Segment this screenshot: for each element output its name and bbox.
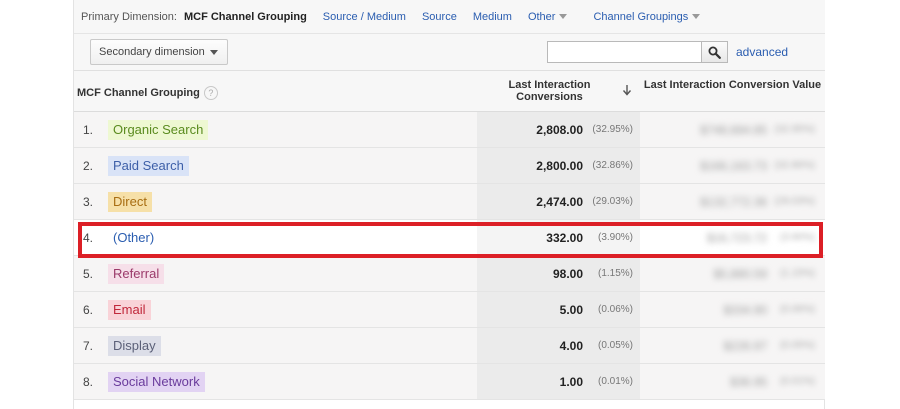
conversion-value: $748,684.85 (700, 123, 767, 137)
channel-label[interactable]: (Other) (108, 228, 160, 248)
table-row[interactable]: 5. Referral 98.00 (1.15%) $5,880.59 (1.1… (74, 256, 825, 292)
table-row-highlighted[interactable]: 4. (Other) 332.00 (3.90%) $16,723.72 (3.… (74, 220, 825, 256)
conversion-value-percent: (3.90%) (779, 232, 815, 243)
conversions-cell: 1.00 (0.01%) (477, 364, 640, 399)
primary-dimension-label: Primary Dimension: (81, 10, 177, 23)
column-header-conversions-label: Last Interaction Conversions (508, 79, 591, 103)
conversions-value: 2,474.00 (536, 195, 583, 209)
report-panel: Primary Dimension: MCF Channel Grouping … (73, 0, 825, 409)
channel-label[interactable]: Paid Search (108, 156, 189, 176)
conversions-value: 1.00 (559, 375, 583, 389)
table-toolbar: Secondary dimension advanced (74, 34, 825, 71)
conversion-value-percent: (0.06%) (779, 304, 815, 315)
conversions-cell: 2,808.00 (32.95%) (477, 112, 640, 147)
channel-label[interactable]: Social Network (108, 372, 205, 392)
row-number: 6. (83, 303, 94, 317)
column-header-dimension[interactable]: MCF Channel Grouping? (77, 86, 218, 100)
table-row[interactable]: 7. Display 4.00 (0.05%) $226.97 (0.05%) (74, 328, 825, 364)
conversions-value: 98.00 (552, 267, 583, 281)
help-icon[interactable]: ? (203, 86, 218, 100)
conversions-percent: (0.01%) (597, 376, 633, 387)
advanced-filter-link[interactable]: advanced (736, 45, 788, 59)
conversion-value-cell: $748,684.85 (32.95%) (640, 112, 825, 147)
channel-groupings-dropdown[interactable]: Channel Groupings (593, 11, 700, 23)
row-number: 2. (83, 159, 94, 173)
conversion-value-percent: (29.03%) (774, 196, 815, 207)
row-number: 8. (83, 375, 94, 389)
conversion-value: $36.95 (730, 375, 767, 389)
conversions-percent: (32.95%) (592, 124, 633, 135)
conversions-cell: 2,474.00 (29.03%) (477, 184, 640, 219)
conversion-value-cell: $226.97 (0.05%) (640, 328, 825, 363)
column-header-conversion-value[interactable]: Last Interaction Conversion Value (640, 79, 825, 91)
conversion-value-cell: $166,163.73 (32.86%) (640, 148, 825, 183)
conversion-value: $16,723.72 (706, 231, 767, 245)
table-row[interactable]: 3. Direct 2,474.00 (29.03%) $132,772.36 … (74, 184, 825, 220)
dimension-source[interactable]: Source (422, 11, 457, 23)
conversion-value: $5,880.59 (713, 267, 767, 281)
search-button[interactable] (701, 41, 728, 63)
conversions-percent: (0.05%) (597, 340, 633, 351)
conversions-cell: 5.00 (0.06%) (477, 292, 640, 327)
conversions-value: 5.00 (559, 303, 583, 317)
dimension-source-medium[interactable]: Source / Medium (323, 11, 406, 23)
conversion-value-cell: $5,880.59 (1.15%) (640, 256, 825, 291)
channel-label[interactable]: Display (108, 336, 161, 356)
conversions-cell: 332.00 (3.90%) (477, 220, 640, 255)
conversion-value-percent: (1.15%) (779, 268, 815, 279)
column-header-dimension-label: MCF Channel Grouping (77, 86, 200, 99)
conversion-value-percent: (32.95%) (774, 124, 815, 135)
conversion-value-cell: $16,723.72 (3.90%) (640, 220, 825, 255)
conversion-value-cell: $132,772.36 (29.03%) (640, 184, 825, 219)
table-search-input[interactable] (547, 41, 702, 63)
conversion-value: $132,772.36 (700, 195, 767, 209)
table-row[interactable]: 2. Paid Search 2,800.00 (32.86%) $166,16… (74, 148, 825, 184)
channel-label[interactable]: Email (108, 300, 151, 320)
search-icon (708, 46, 721, 59)
conversions-cell: 98.00 (1.15%) (477, 256, 640, 291)
conversion-value-percent: (0.01%) (779, 376, 815, 387)
conversions-percent: (3.90%) (597, 232, 633, 243)
channel-label[interactable]: Organic Search (108, 120, 209, 140)
conversion-value: $226.97 (723, 339, 767, 353)
secondary-dimension-button[interactable]: Secondary dimension (90, 39, 228, 65)
table-header: MCF Channel Grouping? Last Interaction C… (74, 71, 825, 112)
table-row[interactable]: 8. Social Network 1.00 (0.01%) $36.95 (0… (74, 364, 825, 400)
dimension-mcf-channel-grouping[interactable]: MCF Channel Grouping (184, 11, 307, 23)
sort-descending-icon (622, 85, 632, 96)
dimension-other-dropdown[interactable]: Other (528, 11, 568, 23)
row-number: 1. (83, 123, 94, 137)
channel-label[interactable]: Direct (108, 192, 152, 212)
primary-dimension-bar: Primary Dimension: MCF Channel Grouping … (74, 0, 825, 34)
conversions-value: 2,800.00 (536, 159, 583, 173)
dimension-medium[interactable]: Medium (473, 11, 512, 23)
conversions-percent: (32.86%) (592, 160, 633, 171)
channel-label[interactable]: Referral (108, 264, 165, 284)
conversions-percent: (0.06%) (597, 304, 633, 315)
conversions-percent: (29.03%) (592, 196, 633, 207)
chevron-down-icon (210, 50, 218, 55)
row-number: 5. (83, 267, 94, 281)
conversions-value: 4.00 (559, 339, 583, 353)
conversion-value: $166,163.73 (700, 159, 767, 173)
conversion-value-percent: (32.86%) (774, 160, 815, 171)
conversions-cell: 4.00 (0.05%) (477, 328, 640, 363)
conversion-value-cell: $36.95 (0.01%) (640, 364, 825, 399)
column-header-conversions[interactable]: Last Interaction Conversions (477, 71, 640, 111)
secondary-dimension-label: Secondary dimension (99, 46, 205, 58)
table-row[interactable]: 1. Organic Search 2,808.00 (32.95%) $748… (74, 112, 825, 148)
conversion-value-cell: $334.90 (0.06%) (640, 292, 825, 327)
conversion-value-percent: (0.05%) (779, 340, 815, 351)
conversions-percent: (1.15%) (597, 268, 633, 279)
row-number: 3. (83, 195, 94, 209)
row-number: 7. (83, 339, 94, 353)
table-row[interactable]: 6. Email 5.00 (0.06%) $334.90 (0.06%) (74, 292, 825, 328)
conversions-value: 332.00 (546, 231, 583, 245)
conversion-value: $334.90 (723, 303, 767, 317)
row-number: 4. (83, 231, 94, 245)
conversions-value: 2,808.00 (536, 123, 583, 137)
conversions-cell: 2,800.00 (32.86%) (477, 148, 640, 183)
